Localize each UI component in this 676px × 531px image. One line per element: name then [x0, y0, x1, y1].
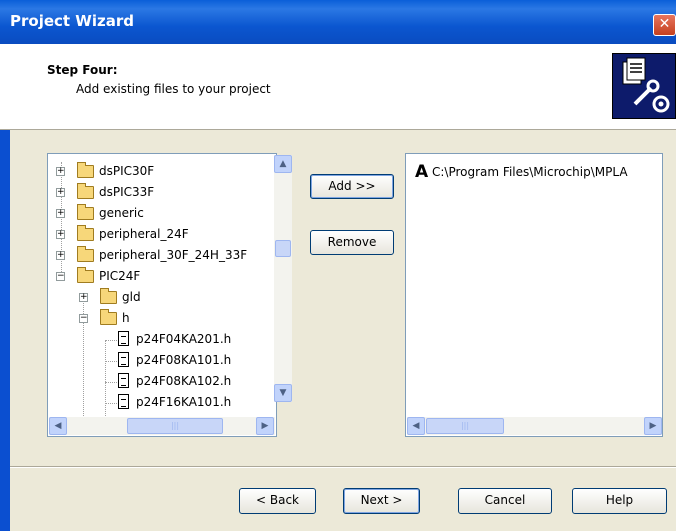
- tree-item-label: dsPIC30F: [99, 164, 155, 178]
- help-button[interactable]: Help: [572, 488, 667, 514]
- scroll-right-button[interactable]: ▶: [644, 417, 662, 435]
- tree-item[interactable]: + peripheral_30F_24H_33F: [48, 246, 273, 265]
- wizard-files-icon: [612, 53, 676, 119]
- title-bar: Project Wizard ✕: [0, 0, 676, 44]
- folder-icon: [77, 204, 94, 220]
- expand-icon[interactable]: +: [56, 251, 65, 260]
- tree-item-label: generic: [99, 206, 144, 220]
- add-button[interactable]: Add >>: [310, 174, 394, 199]
- expand-icon[interactable]: +: [56, 188, 65, 197]
- folder-open-icon: [77, 267, 94, 283]
- scroll-up-button[interactable]: ▲: [274, 155, 292, 173]
- expand-icon[interactable]: +: [56, 230, 65, 239]
- window-title: Project Wizard: [10, 12, 134, 30]
- file-icon: [118, 394, 129, 409]
- file-icon: [118, 352, 129, 367]
- window-frame-left: [0, 130, 10, 531]
- scroll-thumb[interactable]: [275, 240, 291, 257]
- expand-icon[interactable]: +: [79, 293, 88, 302]
- tree-item[interactable]: p24F16KA101.h: [48, 393, 273, 412]
- close-button[interactable]: ✕: [653, 14, 676, 36]
- scroll-left-button[interactable]: ◀: [49, 417, 67, 435]
- tree-item-label: p24F08KA101.h: [136, 353, 232, 367]
- tree-horizontal-scrollbar[interactable]: ◀ ||| ▶: [49, 417, 275, 435]
- tree-item-label: PIC24F: [99, 269, 141, 283]
- remove-button[interactable]: Remove: [310, 230, 394, 255]
- tree-item[interactable]: + dsPIC33F: [48, 183, 273, 202]
- tree-item[interactable]: + peripheral_24F: [48, 225, 273, 244]
- step-description: Add existing files to your project: [76, 82, 271, 96]
- tree-item[interactable]: − h: [48, 309, 273, 328]
- scroll-thumb[interactable]: |||: [127, 418, 223, 434]
- expand-icon[interactable]: +: [56, 167, 65, 176]
- tree-item-label: p24F16KA101.h: [136, 395, 232, 409]
- close-icon: ✕: [658, 16, 671, 32]
- folder-open-icon: [100, 309, 117, 325]
- project-files-list[interactable]: A C:\Program Files\Microchip\MPLA ◀ ||| …: [405, 153, 663, 437]
- tree-vertical-scrollbar[interactable]: ▲ ▼: [274, 155, 292, 402]
- file-icon: [118, 331, 129, 346]
- folder-icon: [100, 288, 117, 304]
- tree-item-label: h: [122, 311, 130, 325]
- tree-item[interactable]: p24F08KA101.h: [48, 351, 273, 370]
- tree-item[interactable]: − PIC24F: [48, 267, 273, 286]
- library-tree[interactable]: + dsPIC30F + dsPIC33F + generic + periph…: [47, 153, 292, 437]
- folder-icon: [77, 246, 94, 262]
- tree-item[interactable]: + gld: [48, 288, 273, 307]
- tree-item-label: p24F08KA102.h: [136, 374, 232, 388]
- footer-divider: [10, 466, 676, 468]
- next-button[interactable]: Next >: [343, 488, 420, 514]
- folder-icon: [77, 162, 94, 178]
- tree-item-label: gld: [122, 290, 141, 304]
- wizard-header: Step Four: Add existing files to your pr…: [0, 44, 676, 130]
- cancel-button[interactable]: Cancel: [458, 488, 552, 514]
- folder-icon: [77, 225, 94, 241]
- folder-icon: [77, 183, 94, 199]
- collapse-icon[interactable]: −: [79, 314, 88, 323]
- tree-item[interactable]: + generic: [48, 204, 273, 223]
- chevron-down-icon: ▼: [279, 388, 287, 398]
- list-item[interactable]: A C:\Program Files\Microchip\MPLA: [415, 162, 660, 182]
- chevron-left-icon: ◀: [54, 421, 62, 431]
- chevron-left-icon: ◀: [412, 421, 420, 431]
- tree-item-label: peripheral_30F_24H_33F: [99, 248, 248, 262]
- collapse-icon[interactable]: −: [56, 272, 65, 281]
- tree-item[interactable]: + dsPIC30F: [48, 162, 273, 181]
- back-button[interactable]: < Back: [239, 488, 316, 514]
- tree-item[interactable]: p24F08KA102.h: [48, 372, 273, 391]
- scroll-right-button[interactable]: ▶: [256, 417, 274, 435]
- file-path: C:\Program Files\Microchip\MPLA: [432, 165, 628, 179]
- chevron-up-icon: ▲: [279, 159, 287, 169]
- file-marker: A: [415, 162, 429, 182]
- file-icon: [118, 373, 129, 388]
- files-horizontal-scrollbar[interactable]: ◀ ||| ▶: [407, 417, 662, 435]
- scroll-left-button[interactable]: ◀: [407, 417, 425, 435]
- scroll-grip: |||: [170, 421, 180, 430]
- scroll-down-button[interactable]: ▼: [274, 384, 292, 402]
- expand-icon[interactable]: +: [56, 209, 65, 218]
- tree-item-label: peripheral_24F: [99, 227, 189, 241]
- scroll-grip: |||: [460, 421, 470, 430]
- tree-item[interactable]: p24F04KA201.h: [48, 330, 273, 349]
- step-title: Step Four:: [47, 63, 118, 77]
- chevron-right-icon: ▶: [261, 421, 269, 431]
- chevron-right-icon: ▶: [649, 421, 657, 431]
- scroll-thumb[interactable]: |||: [426, 418, 504, 434]
- tree-item-label: p24F04KA201.h: [136, 332, 232, 346]
- tree-item-label: dsPIC33F: [99, 185, 155, 199]
